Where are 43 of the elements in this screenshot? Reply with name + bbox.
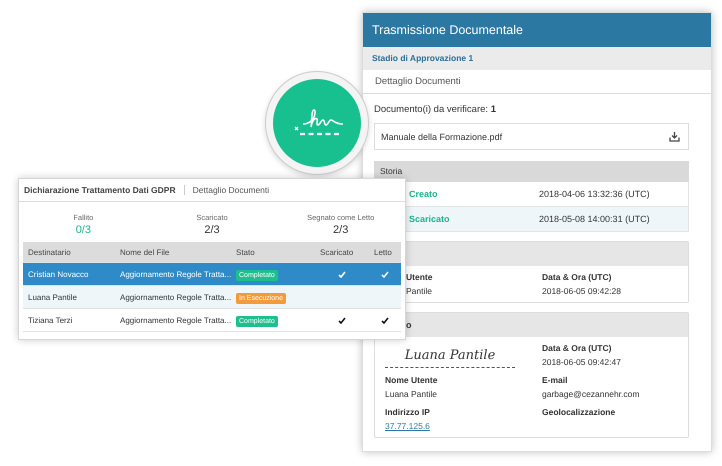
ip-link[interactable]: 37.77.125.6 [385, 421, 542, 431]
field-value: 2018-06-05 09:42:28 [542, 286, 622, 296]
signature: Luana Pantile [385, 345, 515, 368]
file-row[interactable]: Manuale della Formazione.pdf [374, 123, 689, 150]
history-header: Storia [374, 161, 689, 182]
table-cell-text: Aggiornamento Regole Tratta... [119, 292, 231, 302]
stat-value: 0/3 [76, 224, 91, 236]
table-cell-text: Aggiornamento Regole Tratta... [119, 270, 231, 278]
details-tab[interactable]: Dettaglio Documenti [184, 185, 270, 195]
table-cell-text: Cristian Novacco [27, 270, 90, 278]
field-label: Geolocalizzazione [542, 407, 616, 417]
column-header: Destinatario [27, 248, 72, 256]
panel-title: Dichiarazione Trattamento Dati GDPR [24, 185, 185, 195]
field-value: Luana Pantile [385, 389, 438, 399]
column-header: Nome del File [119, 248, 170, 256]
stage-label: Stadio di Approvazione 1 [363, 47, 711, 70]
table-cell-text: Luana Pantile [27, 292, 78, 302]
column-header: Scaricato [319, 248, 354, 256]
field-label: Data & Ora (UTC) [542, 272, 612, 282]
stat-value: 2/3 [333, 224, 348, 236]
field-label: Nome Utente [385, 375, 438, 385]
column-header: Stato [235, 248, 256, 256]
event-name: Scaricato [408, 214, 451, 224]
field-value: 2018-06-05 09:42:47 [542, 357, 622, 367]
event-name: Creato [408, 189, 439, 199]
panel-title: Trasmissione Documentale [363, 13, 711, 47]
card-title: o [406, 320, 412, 330]
field-value: Pantile [406, 286, 433, 296]
column-header: Letto [373, 248, 393, 256]
table-cell-text: Aggiornamento Regole Tratta... [119, 316, 231, 324]
field-value: garbage@cezannehr.com [542, 389, 640, 399]
field-label: E-mail [542, 375, 569, 385]
field-label: Data & Ora (UTC) [542, 343, 612, 353]
stat-value: 2/3 [204, 224, 220, 236]
field-label: Utente [406, 272, 434, 282]
details-tab[interactable]: Dettaglio Documenti [375, 76, 461, 87]
event-time: 2018-05-08 14:00:31 (UTC) [539, 214, 650, 224]
field-label: Indirizzo IP [385, 407, 431, 417]
documents-label: Documento(i) da verificare: 1 [374, 104, 497, 115]
event-time: 2018-04-06 13:32:36 (UTC) [539, 189, 650, 199]
table-cell-text: Tiziana Terzi [27, 316, 74, 324]
download-icon[interactable] [669, 131, 680, 142]
signature-icon [273, 79, 361, 167]
